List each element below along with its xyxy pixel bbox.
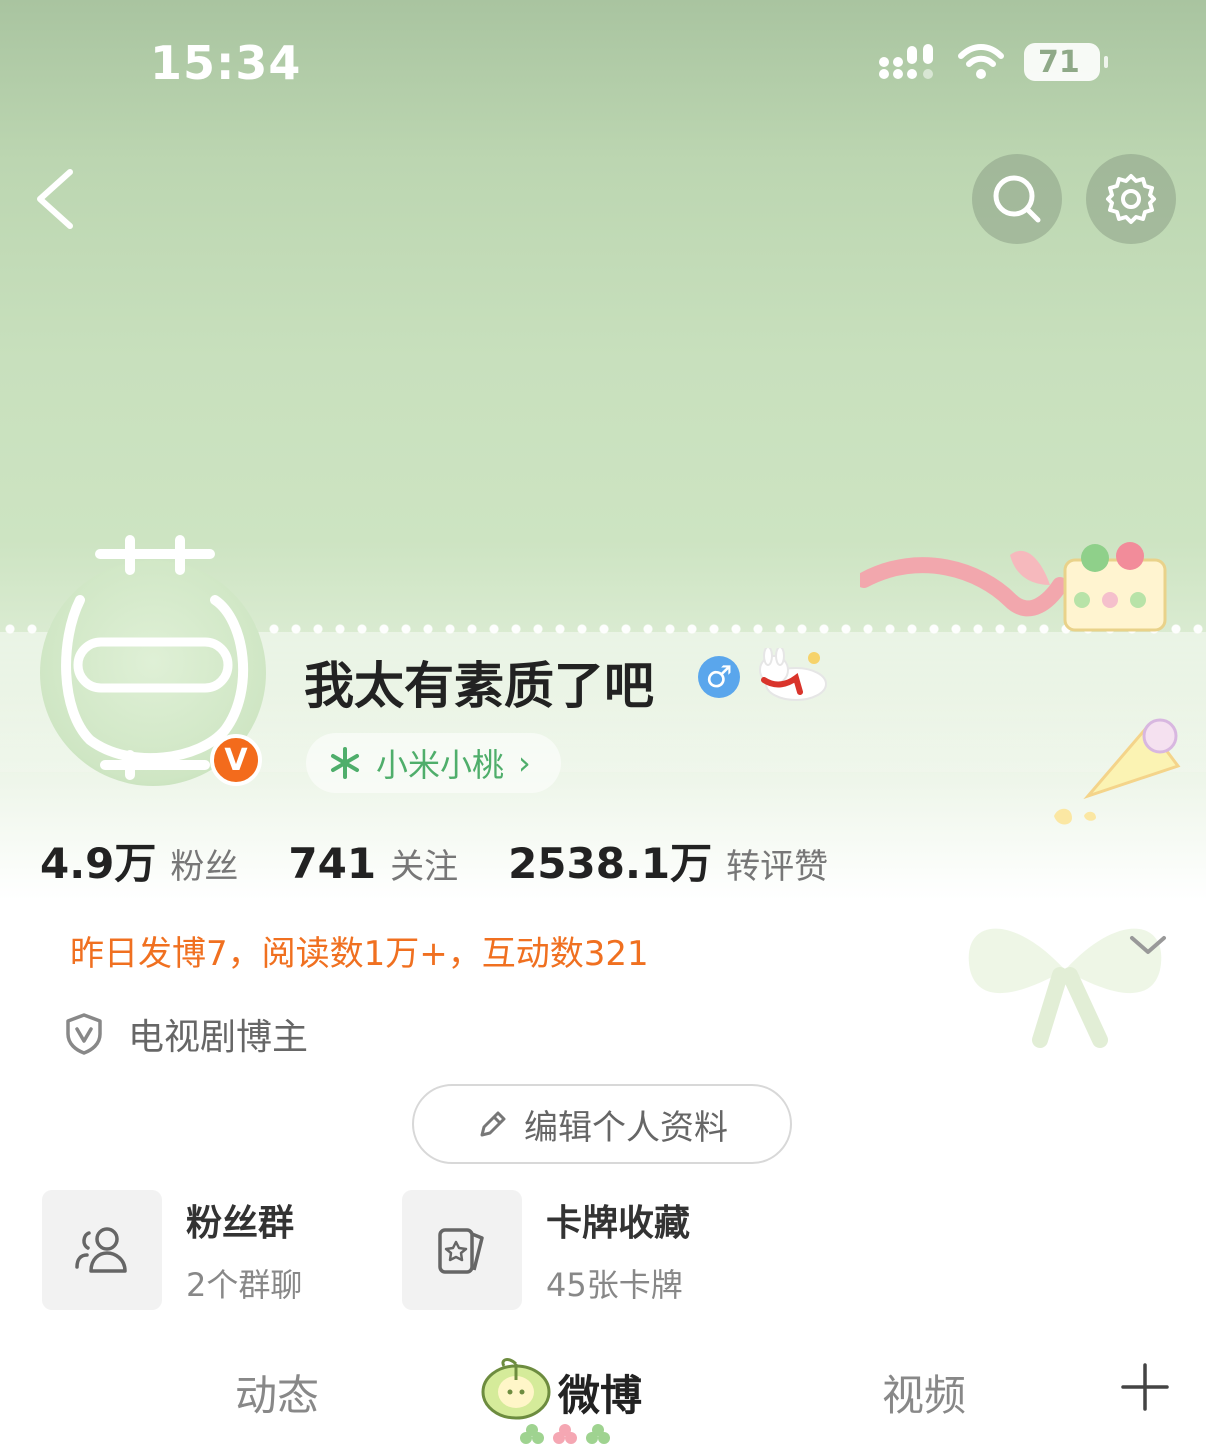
battery-indicator: 71 — [1024, 43, 1108, 81]
stat-label: 粉丝 — [170, 847, 239, 887]
status-time: 15:34 — [150, 36, 302, 90]
battery-level: 71 — [1038, 44, 1080, 80]
bunny-sticker-icon — [759, 648, 827, 701]
card-icon — [438, 1228, 484, 1274]
card-icon-box — [42, 1190, 162, 1310]
card-collection-card[interactable]: 卡牌收藏 45张卡牌 — [402, 1190, 690, 1310]
verification-row: 电视剧博主 — [64, 1008, 308, 1060]
card-title: 卡牌收藏 — [546, 1203, 691, 1244]
stats-row: 4.9万 粉丝 741 关注 2538.1万 转评赞 — [40, 830, 878, 891]
clover-indicator-icon — [520, 1424, 610, 1444]
stat-label: 转评赞 — [726, 847, 829, 887]
apple-icon — [481, 1358, 551, 1420]
chevron-right-icon: › — [518, 744, 531, 782]
cake-ribbon-decoration — [860, 542, 1167, 632]
chevron-down-icon[interactable] — [1128, 932, 1168, 958]
daily-summary[interactable]: 昨日发博7，阅读数1万+，互动数321 — [70, 926, 649, 975]
pencil-icon — [480, 1111, 506, 1137]
tab-dynamic[interactable]: 动态 — [235, 1362, 319, 1423]
card-title: 粉丝群 — [186, 1203, 295, 1244]
snowflake-icon — [331, 747, 359, 779]
piping-bag-decoration — [1054, 718, 1181, 825]
card-icon-box — [402, 1190, 522, 1310]
topic-tag-label: 小米小桃 — [376, 746, 505, 784]
search-button[interactable] — [972, 154, 1062, 244]
settings-button[interactable] — [1086, 154, 1176, 244]
stat-following[interactable]: 741 关注 — [288, 839, 458, 888]
back-button[interactable] — [30, 166, 80, 232]
stat-value: 4.9万 — [40, 839, 157, 888]
wifi-icon — [958, 44, 1004, 79]
bow-decoration — [968, 928, 1162, 1048]
stat-interactions[interactable]: 2538.1万 转评赞 — [508, 830, 828, 891]
gender-male-icon: ♂ — [698, 656, 740, 698]
verified-badge: V — [210, 734, 262, 786]
edit-profile-button[interactable]: 编辑个人资料 — [412, 1084, 792, 1164]
tab-weibo[interactable]: 微博 — [558, 1362, 642, 1423]
stat-label: 关注 — [390, 847, 459, 887]
verification-label: 电视剧博主 — [128, 1017, 309, 1058]
plus-icon[interactable] — [1120, 1362, 1170, 1412]
tab-video[interactable]: 视频 — [882, 1362, 966, 1423]
card-subtitle: 45张卡牌 — [546, 1266, 683, 1304]
gear-icon — [1106, 174, 1156, 224]
users-icon — [75, 1227, 127, 1273]
stat-value: 2538.1万 — [508, 839, 713, 888]
edit-profile-label: 编辑个人资料 — [524, 1107, 728, 1148]
username: 我太有素质了吧 — [304, 657, 654, 715]
search-icon — [993, 175, 1041, 223]
stat-value: 741 — [288, 839, 377, 888]
card-subtitle: 2个群聊 — [186, 1266, 303, 1304]
stat-fans[interactable]: 4.9万 粉丝 — [40, 830, 238, 891]
status-icons: 71 — [878, 42, 1108, 82]
topic-tag[interactable]: 小米小桃 › — [306, 733, 561, 793]
shield-icon — [66, 1013, 102, 1055]
content-tabs: 动态 微博 视频 — [0, 1340, 1206, 1452]
fan-group-card[interactable]: 粉丝群 2个群聊 — [42, 1190, 302, 1310]
signal-icon — [879, 44, 933, 79]
